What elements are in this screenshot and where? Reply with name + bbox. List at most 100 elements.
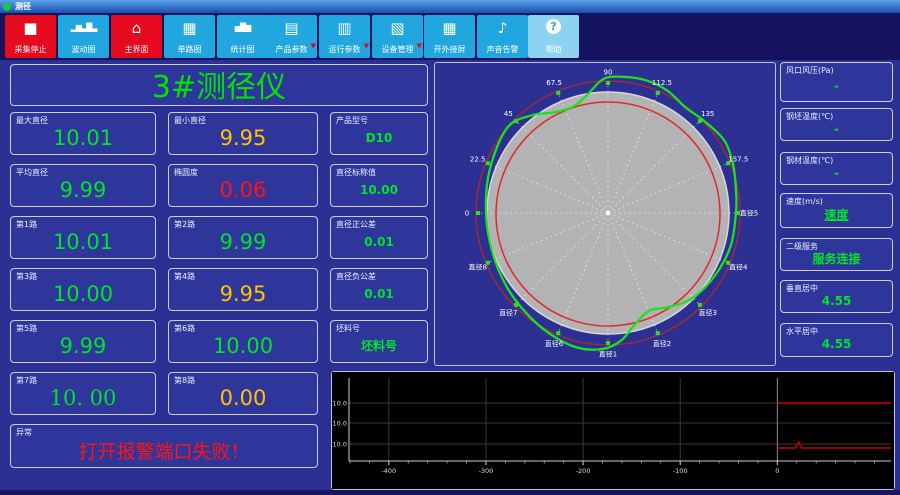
- measure-value: 0.01: [364, 286, 394, 301]
- status-value-vertical-centering: 4.55: [821, 293, 852, 308]
- toolbar: ■ 采集停止 ▂▆▃█▃ 波动图 ⌂ 主界面 ▦ 单路图 ▅█▆ 统计图 ▤ 产品参数 ▼ ▥ 运行参数 ▼ ▧…: [0, 13, 900, 62]
- spoke-marker-icon: [514, 119, 519, 124]
- bar-chart-icon: ▅█▆: [234, 23, 251, 32]
- spoke-marker-icon: [606, 341, 610, 345]
- app-icon: [3, 2, 11, 11]
- measure-value: 坯料号: [360, 339, 397, 353]
- measure-value: 9.99: [59, 333, 107, 358]
- status-value-steel-temperature: -: [834, 165, 839, 180]
- help-icon: ?: [546, 19, 561, 34]
- measure-value: 9.95: [219, 281, 267, 306]
- run-params-icon: ▥: [337, 19, 352, 37]
- measure-panel-billet-number: 坯料号 坯料号: [330, 320, 428, 363]
- measure-panel-channel-7: 第7路 10. 00: [10, 372, 156, 415]
- gauge-title: 3#测径仪: [151, 70, 287, 105]
- trend-chart-panel: 10.0 10.0 10.0 -400 -300 -200 -100 0: [331, 371, 895, 490]
- measure-value: D10: [365, 130, 393, 145]
- status-panel-tuyere-pressure: 风口风压(Pa) -: [780, 62, 893, 102]
- toolbar-button-sound-alarm[interactable]: ♪ 声音告警: [477, 15, 528, 58]
- stop-icon: ■: [23, 19, 38, 37]
- measure-value: 9.99: [219, 229, 267, 254]
- window-titlebar: 测径: [0, 0, 900, 13]
- measure-value: 10.00: [360, 182, 398, 197]
- spoke-label: 22.5: [470, 156, 486, 164]
- status-value-billet-temperature: -: [834, 121, 839, 136]
- spoke-marker-icon: [697, 302, 702, 307]
- spoke-label: 直径1: [599, 350, 617, 359]
- spoke-label: 直径5: [740, 209, 758, 218]
- spoke-label: 90: [604, 69, 613, 77]
- status-value-tuyere-pressure: -: [834, 79, 839, 93]
- spoke-marker-icon: [697, 119, 702, 124]
- toolbar-button-label: 帮助: [545, 45, 562, 54]
- external-screen-icon: ▦: [442, 19, 457, 37]
- siren-icon: ♪: [497, 19, 508, 37]
- x-axis-tick-label: 0: [775, 467, 779, 475]
- toolbar-button-label: 波动图: [71, 45, 96, 54]
- measure-value: 10. 00: [49, 385, 117, 410]
- y-axis-tick-label: 10.0: [333, 441, 347, 449]
- status-value-speed[interactable]: 速度: [783, 204, 890, 225]
- toolbar-button-external-screen[interactable]: ▦ 开外接屏: [424, 15, 475, 58]
- toolbar-button-run-params[interactable]: ▥ 运行参数 ▼: [319, 15, 370, 58]
- trend-chart-background: [332, 372, 894, 489]
- dropdown-arrow-icon: ▼: [416, 42, 422, 50]
- cross-section-polar-chart: 0 22.5 45 67.5 90 112.5 135 157.5 直径5 直径4 直径3 直径2 直径…: [465, 69, 758, 359]
- spoke-label: 112.5: [652, 79, 672, 87]
- toolbar-button-main-screen[interactable]: ⌂ 主界面: [111, 15, 162, 58]
- measure-panel-min-diameter: 最小直径 9.95: [168, 112, 318, 155]
- spoke-label: 直径8: [468, 262, 486, 271]
- measure-panel-channel-2: 第2路 9.99: [168, 216, 318, 259]
- measure-panel-channel-4: 第4路 9.95: [168, 268, 318, 311]
- spoke-marker-icon: [655, 331, 660, 336]
- trend-strip-chart: 10.0 10.0 10.0 -400 -300 -200 -100 0: [332, 372, 894, 489]
- measure-value: 0.01: [364, 234, 394, 249]
- toolbar-button-label: 采集停止: [14, 45, 47, 54]
- spoke-marker-icon: [655, 90, 660, 95]
- spoke-marker-icon: [476, 211, 480, 215]
- toolbar-button-statistics-chart[interactable]: ▅█▆ 统计图: [217, 15, 268, 58]
- spoke-label: 直径4: [729, 262, 748, 271]
- measure-value: 10.00: [212, 333, 274, 358]
- toolbar-button-label: 运行参数: [328, 45, 361, 54]
- toolbar-button-label: 统计图: [230, 45, 255, 54]
- status-value-level2-service: 服务连接: [812, 252, 861, 266]
- gauge-title-panel: 3#测径仪: [10, 64, 428, 106]
- measure-panel-plus-tolerance: 直径正公差 0.01: [330, 216, 428, 259]
- center-dot: [605, 210, 611, 216]
- measure-panel-channel-3: 第3路 10.00: [10, 268, 156, 311]
- spoke-label: 157.5: [728, 156, 748, 164]
- measure-value: 9.95: [219, 125, 267, 150]
- measure-panel-channel-1: 第1路 10.01: [10, 216, 156, 259]
- toolbar-button-label: 单路图: [177, 45, 202, 54]
- toolbar-button-label: 主界面: [124, 45, 149, 54]
- spoke-label: 45: [504, 110, 513, 118]
- spoke-label: 直径6: [545, 339, 564, 348]
- spoke-label: 直径7: [499, 308, 517, 317]
- x-axis-tick-label: -400: [381, 467, 396, 475]
- measure-value: 10.00: [52, 281, 114, 306]
- home-icon: ⌂: [131, 19, 142, 37]
- spoke-label: 0: [465, 210, 469, 218]
- toolbar-button-help[interactable]: ? 帮助: [528, 15, 579, 58]
- status-panel-speed: 速度(m/s) 速度: [780, 193, 893, 228]
- measure-panel-minus-tolerance: 直径负公差 0.01: [330, 268, 428, 311]
- toolbar-button-stop-collection[interactable]: ■ 采集停止: [5, 15, 56, 58]
- toolbar-button-single-channel-chart[interactable]: ▦ 单路图: [164, 15, 215, 58]
- spoke-marker-icon: [485, 161, 490, 166]
- measure-value: 10.01: [52, 229, 114, 254]
- toolbar-button-wave-chart[interactable]: ▂▆▃█▃ 波动图: [58, 15, 109, 58]
- measure-value: 9.99: [59, 177, 107, 202]
- y-axis-tick-label: 10.0: [333, 400, 347, 408]
- measure-panel-channel-6: 第6路 10.00: [168, 320, 318, 363]
- toolbar-button-device-management[interactable]: ▧ 设备管理 ▼: [372, 15, 423, 58]
- toolbar-button-product-params[interactable]: ▤ 产品参数 ▼: [266, 15, 317, 58]
- spoke-label: 135: [701, 110, 714, 118]
- measure-panel-avg-diameter: 平均直径 9.99: [10, 164, 156, 207]
- dropdown-arrow-icon: ▼: [363, 42, 369, 50]
- spoke-marker-icon: [556, 331, 561, 336]
- waveform-icon: ▂▆▃█▃: [70, 23, 98, 32]
- spoke-marker-icon: [514, 302, 519, 307]
- x-axis-tick-label: -100: [673, 467, 688, 475]
- toolbar-button-label: 产品参数: [275, 45, 308, 54]
